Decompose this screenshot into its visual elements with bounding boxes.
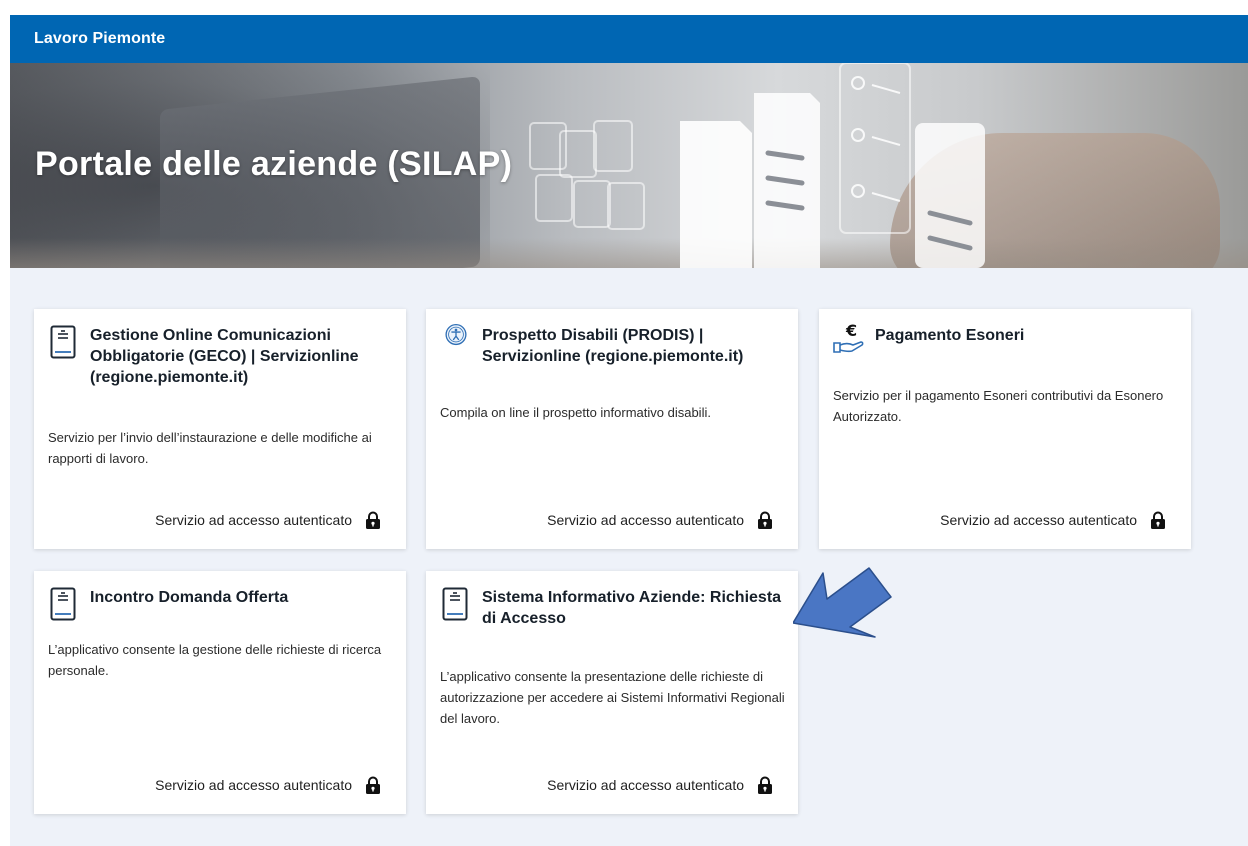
service-card-prodis[interactable]: Prospetto Disabili (PRODIS) | Servizionl… (426, 309, 798, 549)
card-title[interactable]: Incontro Domanda Offerta (90, 587, 390, 608)
card-title[interactable]: Prospetto Disabili (PRODIS) | Servizionl… (482, 325, 782, 367)
document-icon (442, 587, 468, 621)
service-card-incontro-domanda-offerta[interactable]: Incontro Domanda Offerta L’applicativo c… (34, 571, 406, 814)
access-label: Servizio ad accesso autenticato (547, 512, 744, 528)
lock-icon (758, 511, 772, 529)
card-description: Servizio per l’invio dell’instaurazione … (48, 430, 372, 466)
access-label: Servizio ad accesso autenticato (547, 777, 744, 793)
service-card-sistema-informativo-aziende[interactable]: Sistema Informativo Aziende: Richiesta d… (426, 571, 798, 814)
service-card-esoneri[interactable]: € Pagamento Esoneri Servizio per il paga… (819, 309, 1191, 549)
annotation-arrow-icon (793, 567, 892, 638)
card-title[interactable]: Pagamento Esoneri (875, 325, 1175, 346)
document-icon (50, 325, 76, 359)
card-footer: Servizio ad accesso autenticato (547, 776, 774, 794)
lock-icon (366, 776, 380, 794)
lock-icon (1151, 511, 1165, 529)
card-footer: Servizio ad accesso autenticato (940, 511, 1167, 529)
access-label: Servizio ad accesso autenticato (155, 777, 352, 793)
svg-text:€: € (845, 321, 857, 340)
page-title: Portale delle aziende (SILAP) (35, 145, 513, 183)
access-label: Servizio ad accesso autenticato (940, 512, 1137, 528)
card-footer: Servizio ad accesso autenticato (155, 511, 382, 529)
lock-icon (758, 776, 772, 794)
page: Lavoro Piemonte Portale delle aziende (S… (10, 15, 1248, 846)
card-title[interactable]: Gestione Online Comunicazioni Obbligator… (90, 325, 390, 388)
card-title[interactable]: Sistema Informativo Aziende: Richiesta d… (482, 587, 782, 629)
top-bar: Lavoro Piemonte (10, 15, 1248, 63)
hero-banner: Portale delle aziende (SILAP) (10, 63, 1248, 268)
card-description: Servizio per il pagamento Esoneri contri… (833, 388, 1164, 424)
euro-hand-icon: € (833, 321, 864, 353)
accessibility-icon (445, 323, 467, 346)
card-description: L’applicativo consente la presentazione … (440, 669, 785, 726)
brand-link[interactable]: Lavoro Piemonte (34, 30, 165, 48)
service-card-geco[interactable]: Gestione Online Comunicazioni Obbligator… (34, 309, 406, 549)
card-footer: Servizio ad accesso autenticato (547, 511, 774, 529)
document-icon (50, 587, 76, 621)
lock-icon (366, 511, 380, 529)
access-label: Servizio ad accesso autenticato (155, 512, 352, 528)
card-footer: Servizio ad accesso autenticato (155, 776, 382, 794)
hero-documents-graphic (529, 63, 985, 268)
card-description: L’applicativo consente la gestione delle… (48, 642, 382, 678)
card-description: Compila on line il prospetto informativo… (440, 405, 711, 420)
